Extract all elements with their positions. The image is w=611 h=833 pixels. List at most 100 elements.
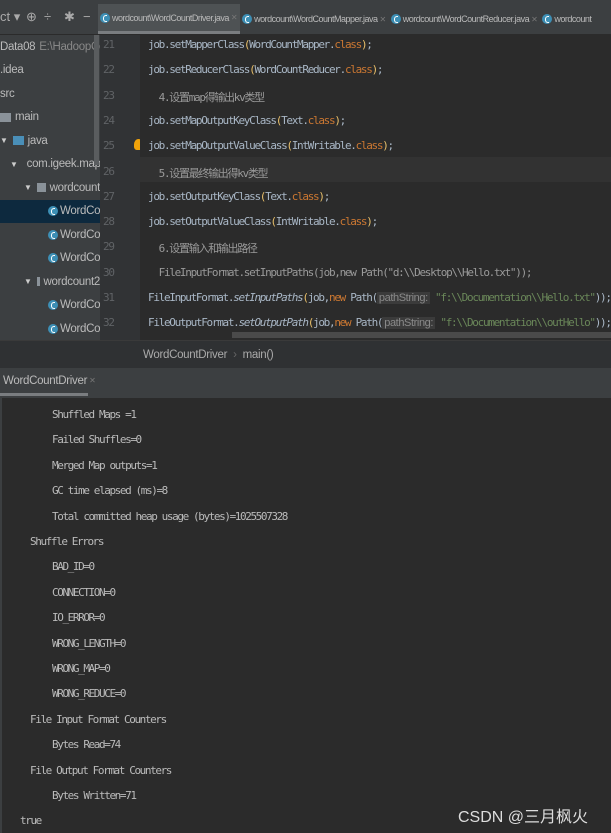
console-line: true	[20, 814, 42, 828]
code-token: ;	[323, 189, 331, 203]
triangle-down-icon[interactable]: ▼	[10, 160, 18, 169]
code-token: FileInputFormat.	[148, 291, 234, 304]
triangle-down-icon[interactable]: ▼	[24, 183, 32, 192]
editor-tab[interactable]: wordcount\WordCountReducer.java ✕	[389, 4, 541, 34]
console-line: IO_ERROR=0	[52, 611, 106, 625]
code-line: job.setMapOutputValueClass(IntWritable.c…	[148, 139, 394, 153]
breadcrumb-class[interactable]: WordCountDriver	[143, 349, 227, 361]
editor-scrollbar[interactable]	[232, 332, 611, 338]
console-line: Merged Map outputs=1	[52, 458, 158, 472]
folder-icon	[0, 112, 11, 122]
code-line: FileOutputFormat.setOutputPath(job,new P…	[148, 316, 611, 330]
editor-tab[interactable]: wordcount\WordCountDriver.java ✕	[98, 4, 241, 34]
line-number: 28	[103, 215, 115, 229]
editor-tab-bar: ct ▾ ⊕ ÷ ✱ − wordcount\WordCountDriver.j…	[0, 0, 611, 35]
close-icon[interactable]: ✕	[231, 13, 238, 22]
tree-scrollbar[interactable]	[94, 35, 99, 165]
code-token: ;	[376, 63, 384, 77]
line-number: 24	[103, 113, 115, 127]
run-tool-window-header: WordCountDriver ✕	[0, 368, 611, 398]
tree-item[interactable]: ▼ wordcount	[0, 176, 100, 199]
code-token: job.setMapperClass	[148, 38, 245, 51]
code-token: IntWritable.	[291, 139, 357, 153]
run-tab[interactable]: WordCountDriver ✕	[0, 368, 96, 396]
tree-item-label: wordcount	[49, 181, 100, 194]
code-token: FileOutputFormat.	[148, 316, 240, 330]
tree-item-label: WordCountReducer	[60, 252, 100, 264]
code-token: 5.设置最终输出得kv类型	[148, 166, 269, 180]
project-tree: Data08E:\HadoopCodes\b.ideasrcmain▼java▼…	[0, 35, 100, 365]
code-token: ;	[339, 113, 347, 127]
code-token: class	[307, 113, 336, 127]
tree-item[interactable]: WordCountMapper	[0, 223, 100, 246]
tree-item[interactable]: WordCountDriver	[0, 199, 100, 223]
console-line: File Output Format Counters	[30, 763, 172, 777]
close-icon[interactable]: ✕	[89, 376, 96, 385]
code-token: Path(	[350, 291, 378, 304]
tree-item[interactable]: WordCountMapper	[0, 317, 100, 340]
tree-item[interactable]: main	[0, 106, 100, 129]
breadcrumb-method[interactable]: main()	[243, 349, 274, 361]
code-token: job.setOutputValueClass	[148, 215, 272, 229]
line-number: 32	[103, 316, 115, 330]
java-class-icon	[542, 14, 553, 24]
code-token: FileInputFormat.setInputPaths(job,new Pa…	[148, 265, 533, 279]
code-token: "f:\\Documentation\\Hello.txt"	[429, 291, 596, 304]
editor-tab[interactable]: wordcount	[540, 4, 594, 34]
collapse-icon[interactable]: ÷	[44, 9, 51, 24]
tab-label: wordcount\WordCountMapper.java	[254, 14, 378, 24]
target-icon[interactable]: ⊕	[26, 9, 37, 25]
folder-icon	[12, 136, 24, 145]
project-view-selector[interactable]: ct ▾	[0, 9, 20, 25]
tree-item-label: WordCountMapper	[60, 228, 100, 241]
tree-item-label: java	[27, 134, 48, 147]
code-line: job.setMapOutputKeyClass(Text.class);	[148, 113, 347, 127]
triangle-down-icon[interactable]: ▼	[0, 136, 8, 145]
tree-item[interactable]: WordCountDriver	[0, 294, 100, 317]
line-number: 21	[103, 38, 115, 51]
code-line: 6.设置输入和输出路径	[148, 240, 258, 256]
close-icon[interactable]: ✕	[380, 15, 387, 24]
code-token: Path(	[355, 316, 384, 330]
close-icon[interactable]: ✕	[531, 15, 538, 24]
code-token: class	[334, 38, 362, 51]
code-token: WordCountReducer.	[254, 63, 346, 77]
minus-icon[interactable]: −	[83, 9, 91, 24]
tree-item-label: .idea	[0, 64, 24, 76]
tree-item-label: com.igeek.mapre	[26, 158, 100, 170]
code-token: job.setReducerClass	[148, 63, 250, 77]
line-number-gutter: 21 22 23 24 25 26 27 28 29 30 31 32	[100, 35, 140, 340]
line-number: 26	[103, 164, 115, 178]
folder-icon	[36, 277, 40, 286]
line-number: 23	[103, 88, 115, 102]
java-class-icon	[390, 14, 401, 24]
tree-item-label: main	[15, 111, 39, 123]
code-token: WordCountMapper.	[249, 38, 335, 51]
code-token: class	[344, 63, 373, 77]
tree-item[interactable]: Data08E:\HadoopCodes\b	[0, 35, 100, 58]
code-token: setOutputPath	[238, 316, 309, 330]
code-token: class	[291, 189, 320, 203]
code-line: job.setReducerClass(WordCountReducer.cla…	[148, 63, 384, 77]
breadcrumb-separator: ›	[233, 348, 237, 361]
gear-icon[interactable]: ✱	[64, 9, 75, 25]
code-token: setInputPaths	[233, 291, 304, 304]
tree-item[interactable]: WordCountReducer	[0, 247, 100, 270]
triangle-down-icon[interactable]: ▼	[24, 277, 32, 286]
code-token: ))	[594, 291, 607, 304]
line-number: 30	[103, 265, 115, 279]
tree-item[interactable]: ▼ java	[0, 129, 100, 152]
parameter-hint: pathString:	[376, 292, 430, 304]
tree-item[interactable]: .idea	[0, 59, 100, 82]
tree-item[interactable]: src	[0, 82, 100, 105]
code-editor[interactable]: job.setMapperClass(WordCountMapper.class…	[140, 35, 611, 340]
console-line: WRONG_LENGTH=0	[52, 636, 127, 650]
code-line: job.setOutputKeyClass(Text.class);	[148, 189, 331, 203]
tree-item-path: E:\HadoopCodes\b	[39, 40, 100, 53]
tree-item[interactable]: ▼ wordcount2	[0, 270, 100, 293]
editor-tab[interactable]: wordcount\WordCountMapper.java ✕	[240, 4, 389, 34]
console-output: Shuffled Maps =1 Failed Shuffles=0 Merged …	[0, 398, 611, 833]
tree-item[interactable]: ▼ com.igeek.mapre	[0, 153, 100, 176]
line-number: 31	[103, 291, 115, 304]
tree-item-label: Data08	[0, 40, 36, 53]
